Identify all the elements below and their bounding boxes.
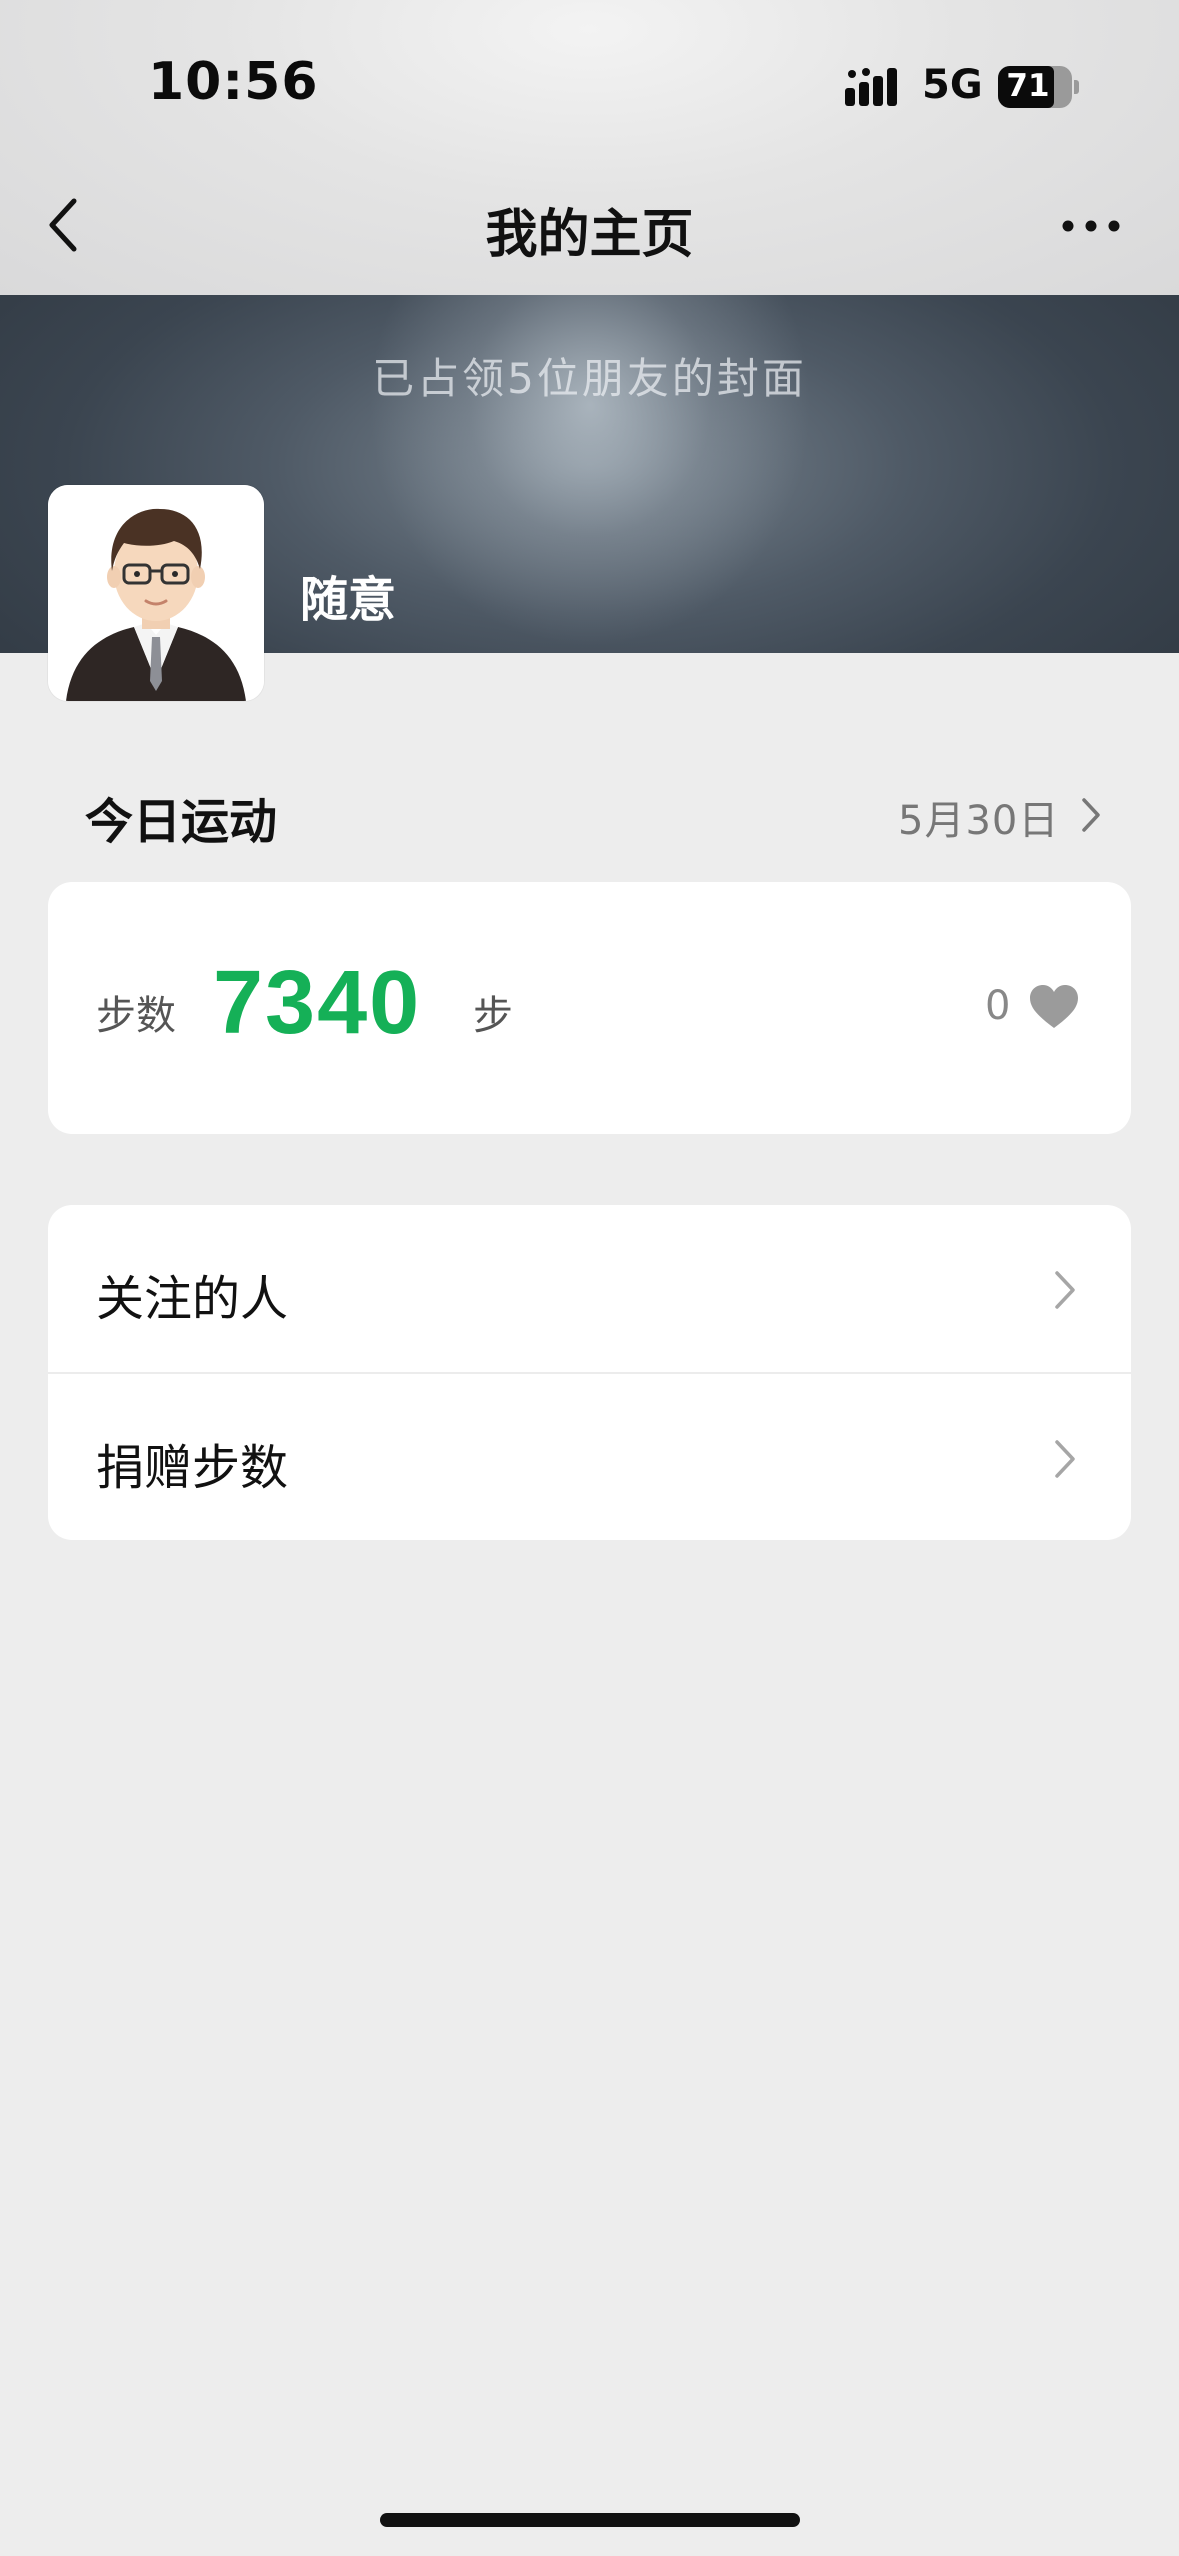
page-title: 我的主页 bbox=[485, 205, 694, 265]
chevron-right-icon[interactable] bbox=[1080, 796, 1102, 834]
nickname: 随意 bbox=[300, 572, 397, 628]
menu-item-label: 捐赠步数 bbox=[96, 1440, 289, 1496]
ellipsis-icon[interactable] bbox=[1060, 210, 1122, 242]
network-label: 5G bbox=[922, 62, 983, 108]
steps-value: 7340 bbox=[213, 953, 422, 1053]
steps-card[interactable]: 步数 7340 步 0 bbox=[48, 882, 1131, 1134]
avatar[interactable] bbox=[48, 485, 264, 701]
chevron-right-icon bbox=[1055, 1440, 1075, 1478]
likes-count: 0 bbox=[985, 983, 1011, 1029]
menu-item-label: 关注的人 bbox=[96, 1271, 289, 1327]
signal-bars-icon bbox=[845, 68, 897, 106]
home-indicator[interactable] bbox=[380, 2513, 800, 2527]
battery-level: 71 bbox=[1006, 68, 1050, 104]
date-link[interactable]: 5月30日 bbox=[898, 788, 1059, 846]
heart-icon[interactable] bbox=[1028, 984, 1080, 1030]
battery-icon: 71 bbox=[998, 66, 1079, 108]
steps-label: 步数 bbox=[96, 993, 176, 1039]
menu-item-following[interactable]: 关注的人 bbox=[48, 1205, 1131, 1372]
status-time: 10:56 bbox=[148, 52, 319, 112]
section-title: 今日运动 bbox=[85, 794, 278, 850]
menu-list: 关注的人 捐赠步数 bbox=[48, 1205, 1131, 1540]
cover-note: 已占领5位朋友的封面 bbox=[372, 354, 807, 403]
chevron-right-icon bbox=[1055, 1271, 1075, 1309]
top-bar: 10:56 5G 71 我的主页 bbox=[0, 0, 1179, 295]
steps-unit: 步 bbox=[473, 993, 513, 1039]
menu-item-donate-steps[interactable]: 捐赠步数 bbox=[48, 1374, 1131, 1540]
cartoon-avatar bbox=[48, 485, 264, 701]
